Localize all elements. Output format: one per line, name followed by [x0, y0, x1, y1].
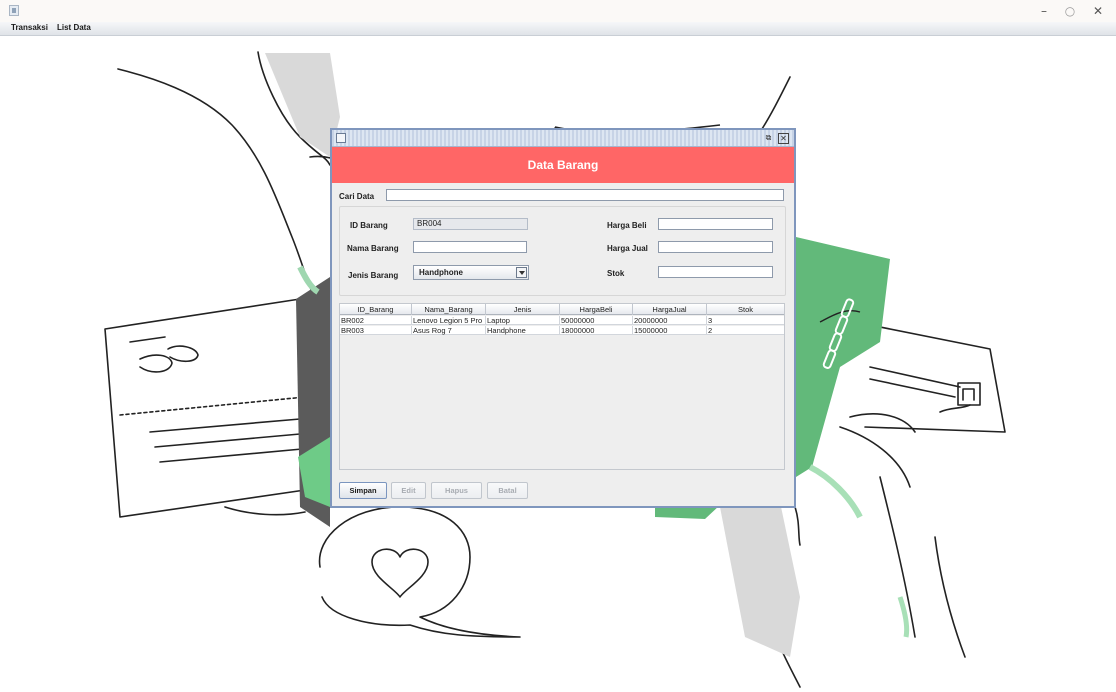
nama-barang-field[interactable] — [413, 241, 527, 253]
jenis-barang-select[interactable]: Handphone — [413, 265, 529, 280]
column-header[interactable]: ID_Barang — [340, 304, 412, 315]
header-band: Data Barang — [332, 147, 794, 183]
id-barang-label: ID Barang — [350, 221, 388, 230]
table-cell: 18000000 — [560, 326, 633, 335]
column-header[interactable]: HargaBeli — [560, 304, 633, 315]
harga-beli-label: Harga Beli — [607, 221, 647, 230]
nama-barang-label: Nama Barang — [347, 244, 399, 253]
table-cell: 3 — [708, 316, 713, 325]
table-cell: Handphone — [486, 326, 560, 335]
menu-transaksi[interactable]: Transaksi — [11, 23, 48, 32]
table-cell: BR003 — [340, 326, 412, 335]
table-row[interactable]: BR003 Asus Rog 7 Handphone 18000000 1500… — [340, 326, 784, 335]
harga-jual-label: Harga Jual — [607, 244, 648, 253]
table-cell: 15000000 — [633, 326, 707, 335]
harga-jual-field[interactable] — [658, 241, 773, 253]
frame-close-icon[interactable]: ✕ — [778, 133, 789, 144]
search-label: Cari Data — [339, 192, 375, 201]
table-cell: 20000000 — [633, 316, 707, 325]
frame-title-bar[interactable]: ⧉ ✕ — [332, 130, 794, 147]
title-bar: – ○ ✕ — [0, 0, 1116, 22]
frame-icon — [336, 133, 346, 143]
simpan-button[interactable]: Simpan — [339, 482, 387, 499]
stok-field[interactable] — [658, 266, 773, 278]
chevron-down-icon[interactable] — [516, 267, 527, 278]
stok-label: Stok — [607, 269, 625, 278]
jenis-barang-label: Jenis Barang — [348, 271, 399, 280]
search-input[interactable] — [386, 189, 784, 201]
internal-frame-data-barang: ⧉ ✕ Data Barang Cari Data ID Barang BR00… — [330, 128, 796, 508]
menu-list-data[interactable]: List Data — [57, 23, 91, 32]
table-cell: Asus Rog 7 — [412, 326, 486, 335]
table-cell: BR002 — [340, 316, 412, 325]
table-cell: Lenovo Legion 5 Pro — [412, 316, 486, 325]
minimize-button[interactable]: – — [1034, 3, 1054, 19]
page-title: Data Barang — [527, 158, 599, 172]
table-cell: 2 — [708, 326, 713, 335]
edit-button[interactable]: Edit — [391, 482, 426, 499]
harga-beli-field[interactable] — [658, 218, 773, 230]
id-barang-field: BR004 — [413, 218, 528, 230]
table-row[interactable]: BR002 Lenovo Legion 5 Pro Laptop 5000000… — [340, 316, 784, 325]
table-cell: Laptop — [486, 316, 560, 325]
table-cell: 50000000 — [560, 316, 633, 325]
column-header[interactable]: Stok — [707, 304, 784, 315]
data-table[interactable]: ID_Barang Nama_Barang Jenis HargaBeli Ha… — [339, 303, 785, 470]
table-header: ID_Barang Nama_Barang Jenis HargaBeli Ha… — [340, 304, 784, 315]
java-app-icon — [9, 5, 19, 16]
column-header[interactable]: Nama_Barang — [412, 304, 486, 315]
jenis-barang-value: Handphone — [419, 268, 463, 277]
maximize-button[interactable]: ○ — [1060, 3, 1080, 19]
column-header[interactable]: Jenis — [486, 304, 560, 315]
column-header[interactable]: HargaJual — [633, 304, 707, 315]
frame-restore-icon[interactable]: ⧉ — [763, 133, 774, 144]
application-window: – ○ ✕ Transaksi List Data ⧉ ✕ Data Baran… — [0, 0, 1116, 692]
menu-bar: Transaksi List Data — [0, 22, 1116, 36]
close-button[interactable]: ✕ — [1088, 3, 1108, 19]
batal-button[interactable]: Batal — [487, 482, 528, 499]
hapus-button[interactable]: Hapus — [431, 482, 482, 499]
